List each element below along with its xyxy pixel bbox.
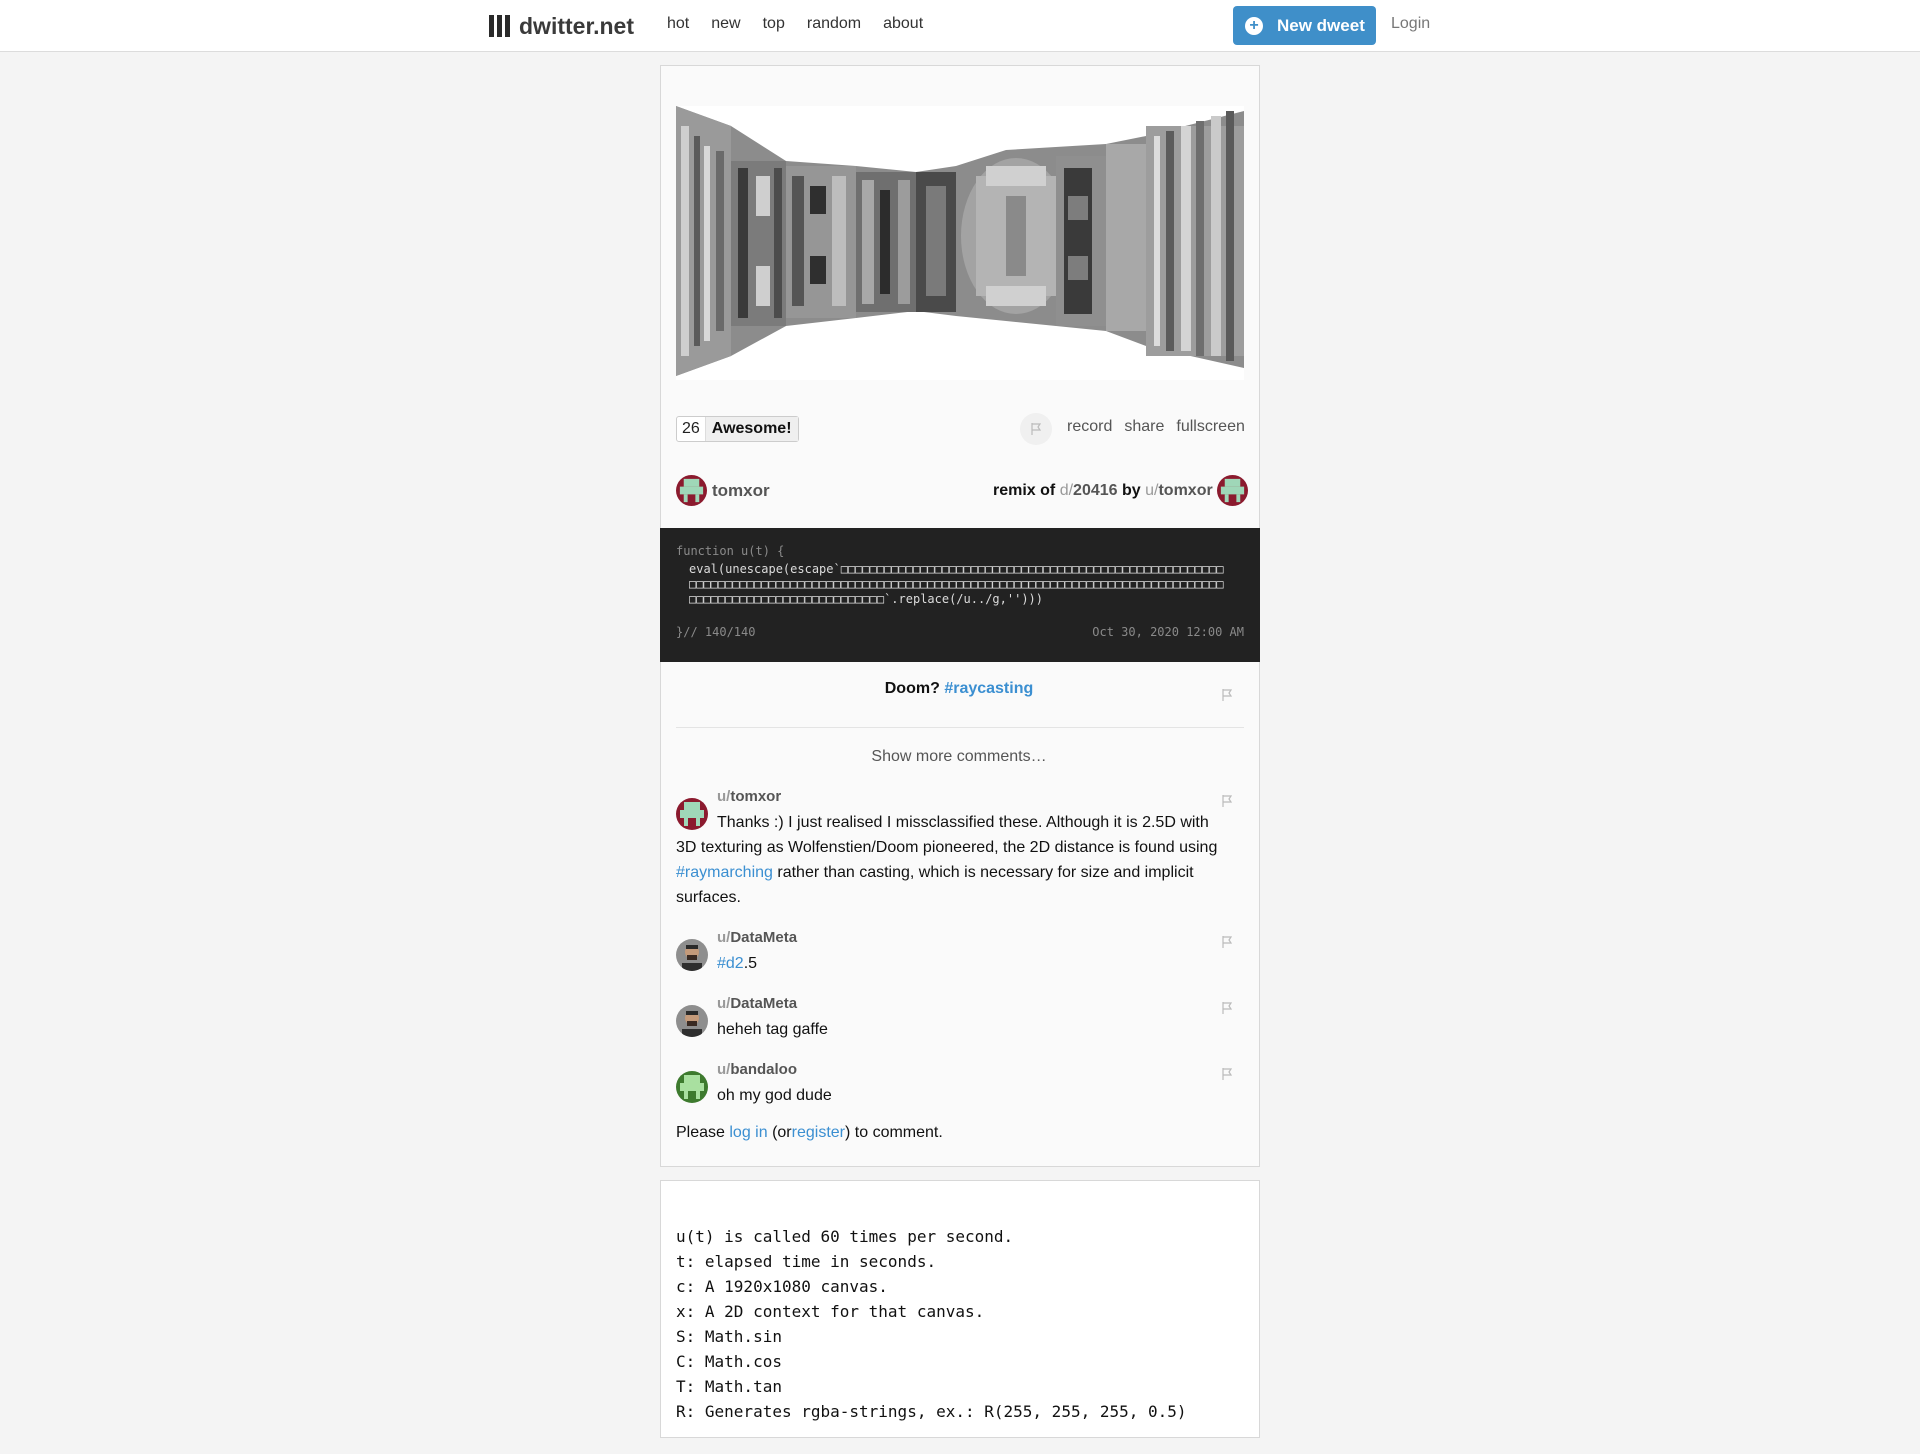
- doom-render-image: [676, 106, 1244, 380]
- brand-link[interactable]: dwitter.net: [489, 10, 634, 42]
- report-dweet-button[interactable]: [1020, 413, 1052, 445]
- nav-random[interactable]: random: [807, 15, 861, 33]
- code-editor[interactable]: function u(t) { eval(unescape(escape`□□□…: [660, 528, 1260, 662]
- register-link[interactable]: register: [792, 1124, 845, 1141]
- comment-text: #d2.5: [717, 955, 758, 972]
- avatar: [676, 939, 708, 971]
- nav-new[interactable]: new: [711, 15, 740, 33]
- dweet-actions: record share fullscreen: [1067, 418, 1245, 436]
- hashtag-raymarching[interactable]: #raymarching: [676, 864, 773, 881]
- help-line: u(t) is called 60 times per second.: [676, 1227, 1014, 1246]
- help-line: R: Generates rgba-strings, ex.: R(255, 2…: [676, 1402, 1187, 1421]
- comment-item: u/bandaloo oh my god dude: [676, 1061, 1236, 1111]
- comment-item: u/tomxor Thanks :) I just realised I mis…: [676, 788, 1236, 908]
- nav-hot[interactable]: hot: [667, 15, 689, 33]
- remix-info: remix of d/20416 by u/tomxor: [993, 475, 1249, 506]
- flag-icon[interactable]: [1220, 1001, 1234, 1015]
- nav-top[interactable]: top: [763, 15, 785, 33]
- help-line: C: Math.cos: [676, 1352, 782, 1371]
- brand-name: dwitter.net: [519, 12, 635, 39]
- log-in-link[interactable]: log in: [729, 1124, 767, 1141]
- help-line: t: elapsed time in seconds.: [676, 1252, 937, 1271]
- show-more-comments[interactable]: Show more comments…: [660, 748, 1258, 766]
- code-body[interactable]: eval(unescape(escape`□□□□□□□□□□□□□□□□□□□…: [689, 562, 1229, 607]
- flag-icon[interactable]: [1220, 688, 1234, 702]
- avatar: [676, 1071, 708, 1103]
- help-line: S: Math.sin: [676, 1327, 782, 1346]
- fullscreen-link[interactable]: fullscreen: [1176, 418, 1244, 436]
- flag-icon: [1031, 423, 1042, 435]
- remix-dweet-link[interactable]: d/20416: [1060, 482, 1118, 500]
- comment-user-link[interactable]: u/tomxor: [717, 788, 781, 805]
- divider: [676, 727, 1244, 728]
- flag-icon[interactable]: [1220, 794, 1234, 808]
- avatar: [676, 1005, 708, 1037]
- vote-button[interactable]: 26 Awesome!: [676, 416, 799, 442]
- share-link[interactable]: share: [1124, 418, 1164, 436]
- comment-text: oh my god dude: [717, 1087, 832, 1104]
- flag-icon[interactable]: [1220, 935, 1234, 949]
- new-dweet-button[interactable]: + New dweet: [1233, 6, 1376, 45]
- nav-about[interactable]: about: [883, 15, 923, 33]
- comment-text: Thanks :) I just realised I missclassifi…: [676, 814, 1218, 906]
- top-navbar: dwitter.net hot new top random about + N…: [0, 0, 1920, 52]
- main-nav: hot new top random about: [667, 15, 945, 33]
- hashtag-raycasting[interactable]: #raycasting: [944, 680, 1033, 697]
- author-name: tomxor: [712, 480, 770, 500]
- login-prompt: Please log in (orregister) to comment.: [676, 1124, 943, 1141]
- help-line: T: Math.tan: [676, 1377, 782, 1396]
- awesome-label: Awesome!: [705, 417, 798, 441]
- remix-user-link[interactable]: u/tomxor: [1145, 482, 1213, 500]
- flag-icon[interactable]: [1220, 1067, 1234, 1081]
- comment-user-link[interactable]: u/DataMeta: [717, 929, 797, 946]
- help-line: x: A 2D context for that canvas.: [676, 1302, 985, 1321]
- comment-item: u/DataMeta #d2.5: [676, 929, 1236, 979]
- comment-user-link[interactable]: u/bandaloo: [717, 1061, 797, 1078]
- record-link[interactable]: record: [1067, 418, 1112, 436]
- help-line: c: A 1920x1080 canvas.: [676, 1277, 888, 1296]
- hashtag-d2[interactable]: #d2: [717, 955, 744, 972]
- comment-user-link[interactable]: u/DataMeta: [717, 995, 797, 1012]
- api-help: u(t) is called 60 times per second. t: el…: [676, 1224, 1187, 1424]
- code-header: function u(t) {: [676, 544, 785, 558]
- remix-label: remix of: [993, 481, 1056, 499]
- vote-count: 26: [677, 417, 706, 441]
- author-avatar: [676, 475, 707, 506]
- comment-item: u/DataMeta heheh tag gaffe: [676, 995, 1236, 1045]
- dweet-description: Doom? #raycasting: [884, 680, 1034, 697]
- dweet-canvas[interactable]: [676, 106, 1244, 380]
- new-dweet-label: New dweet: [1277, 15, 1365, 35]
- plus-circle-icon: +: [1245, 16, 1263, 35]
- remix-user-avatar: [1217, 475, 1249, 506]
- login-link[interactable]: Login: [1391, 15, 1430, 33]
- comment-text: heheh tag gaffe: [717, 1021, 828, 1038]
- dweet-date: Oct 30, 2020 12:00 AM: [1092, 625, 1244, 639]
- code-char-count: }// 140/140: [676, 625, 756, 639]
- dweet-author[interactable]: tomxor: [676, 475, 770, 506]
- remix-by-label: by: [1122, 481, 1141, 499]
- menu-bars-icon: [489, 15, 510, 37]
